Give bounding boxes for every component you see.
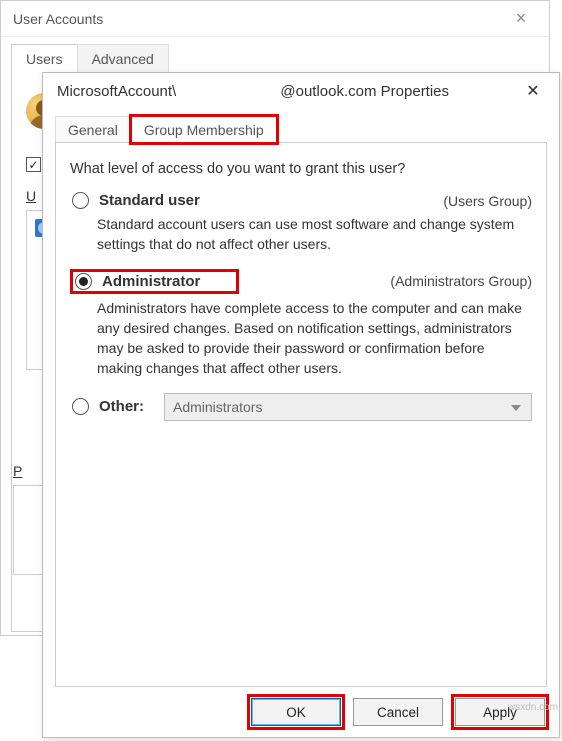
tab-group-membership[interactable]: Group Membership: [131, 116, 277, 143]
other-group-dropdown[interactable]: Administrators: [164, 393, 532, 421]
option-standard-user: Standard user (Users Group) Standard acc…: [70, 191, 532, 255]
standard-user-desc: Standard account users can use most soft…: [97, 214, 532, 255]
user-accounts-tabs: Users Advanced: [1, 37, 549, 72]
administrator-group: (Administrators Group): [390, 273, 532, 289]
administrator-desc: Administrators have complete access to t…: [97, 298, 532, 379]
standard-user-label: Standard user: [99, 192, 200, 209]
administrator-label: Administrator: [102, 273, 200, 290]
tab-general[interactable]: General: [55, 116, 131, 143]
dialog-buttons: OK Cancel Apply: [43, 687, 559, 737]
standard-user-group: (Users Group): [443, 193, 532, 209]
properties-titlebar: MicrosoftAccount\ @outlook.com Propertie…: [43, 73, 559, 109]
option-administrator: Administrator (Administrators Group) Adm…: [70, 269, 532, 379]
option-other: Other: Administrators: [70, 393, 532, 421]
tab-users[interactable]: Users: [11, 44, 78, 73]
access-level-question: What level of access do you want to gran…: [70, 161, 532, 177]
watermark: wsxdn.com: [508, 702, 558, 713]
cancel-button[interactable]: Cancel: [353, 698, 443, 726]
ok-button[interactable]: OK: [251, 698, 341, 726]
checkbox-icon[interactable]: [26, 157, 41, 172]
other-dropdown-value: Administrators: [173, 399, 262, 415]
properties-dialog: MicrosoftAccount\ @outlook.com Propertie…: [42, 72, 560, 738]
user-accounts-titlebar: User Accounts ×: [1, 1, 549, 37]
properties-tabs: General Group Membership: [43, 109, 559, 142]
group-membership-panel: What level of access do you want to gran…: [55, 142, 547, 687]
radio-other[interactable]: [72, 398, 89, 415]
properties-title: MicrosoftAccount\ @outlook.com Propertie…: [57, 83, 511, 100]
other-label: Other:: [99, 398, 144, 415]
tab-advanced[interactable]: Advanced: [77, 44, 169, 73]
radio-standard-user[interactable]: [72, 192, 89, 209]
user-accounts-title: User Accounts: [13, 11, 501, 27]
radio-administrator[interactable]: [75, 273, 92, 290]
close-icon[interactable]: ×: [501, 8, 541, 29]
close-icon[interactable]: ✕: [511, 76, 555, 106]
